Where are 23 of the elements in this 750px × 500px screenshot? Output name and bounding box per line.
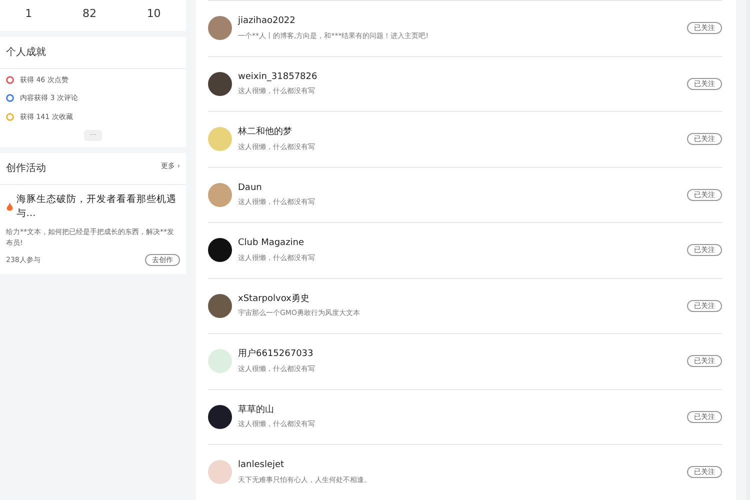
avatar[interactable] <box>208 238 232 262</box>
user-name[interactable]: lanleslejet <box>238 459 681 473</box>
activity-headline[interactable]: 海豚生态破防，开发者看看那些机遇与… <box>16 192 180 221</box>
user-name[interactable]: jiazihao2022 <box>238 15 681 29</box>
stat-value: 10 <box>146 6 161 22</box>
section-title: 创作活动 <box>6 162 46 176</box>
badge-icon <box>6 94 14 102</box>
user-name[interactable]: 用户6615267033 <box>238 348 681 362</box>
stat-value: 82 <box>82 6 96 22</box>
user-name[interactable]: Daun <box>238 182 681 196</box>
badge-icon <box>6 76 14 84</box>
user-name[interactable]: 林二和他的梦 <box>238 126 681 140</box>
avatar[interactable] <box>208 294 232 318</box>
user-name[interactable]: Club Magazine <box>238 237 681 251</box>
stat-value: 1 <box>25 6 32 22</box>
badge-icon <box>6 112 14 121</box>
user-name[interactable]: xStarpolvox勇史 <box>238 292 681 306</box>
avatar[interactable] <box>208 404 232 429</box>
user-name[interactable]: weixin_31857826 <box>238 70 681 84</box>
section-title: 个人成就 <box>0 36 186 68</box>
user-name[interactable]: 草草的山 <box>238 404 681 418</box>
avatar[interactable] <box>208 72 232 96</box>
flame-icon <box>6 202 14 212</box>
